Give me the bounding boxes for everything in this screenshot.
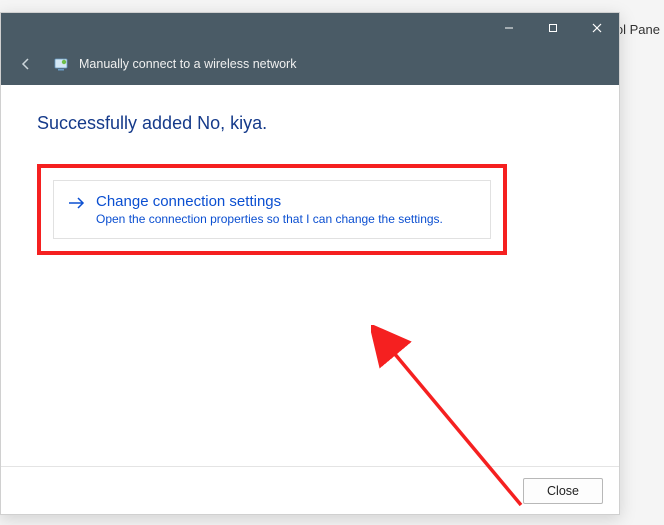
back-button[interactable] <box>15 53 37 75</box>
wizard-window: Manually connect to a wireless network S… <box>0 12 620 515</box>
window-close-button[interactable] <box>575 13 619 43</box>
back-arrow-icon <box>18 56 34 72</box>
wizard-content: Successfully added No, kiya. Change conn… <box>1 85 619 466</box>
network-wizard-icon <box>53 56 69 72</box>
maximize-button[interactable] <box>531 13 575 43</box>
minimize-button[interactable] <box>487 13 531 43</box>
titlebar <box>1 13 619 43</box>
option-arrow-icon <box>68 196 86 215</box>
option-text-block: Change connection settings Open the conn… <box>96 193 476 226</box>
close-button[interactable]: Close <box>523 478 603 504</box>
annotation-highlight-box: Change connection settings Open the conn… <box>37 164 507 255</box>
change-connection-settings-option[interactable]: Change connection settings Open the conn… <box>53 180 491 239</box>
wizard-title: Manually connect to a wireless network <box>79 57 296 71</box>
minimize-icon <box>504 23 514 33</box>
maximize-icon <box>548 23 558 33</box>
option-title: Change connection settings <box>96 193 476 210</box>
wizard-footer: Close <box>1 466 619 514</box>
option-description: Open the connection properties so that I… <box>96 212 476 226</box>
wizard-header: Manually connect to a wireless network <box>1 43 619 85</box>
success-message: Successfully added No, kiya. <box>37 113 583 134</box>
close-icon <box>592 23 602 33</box>
